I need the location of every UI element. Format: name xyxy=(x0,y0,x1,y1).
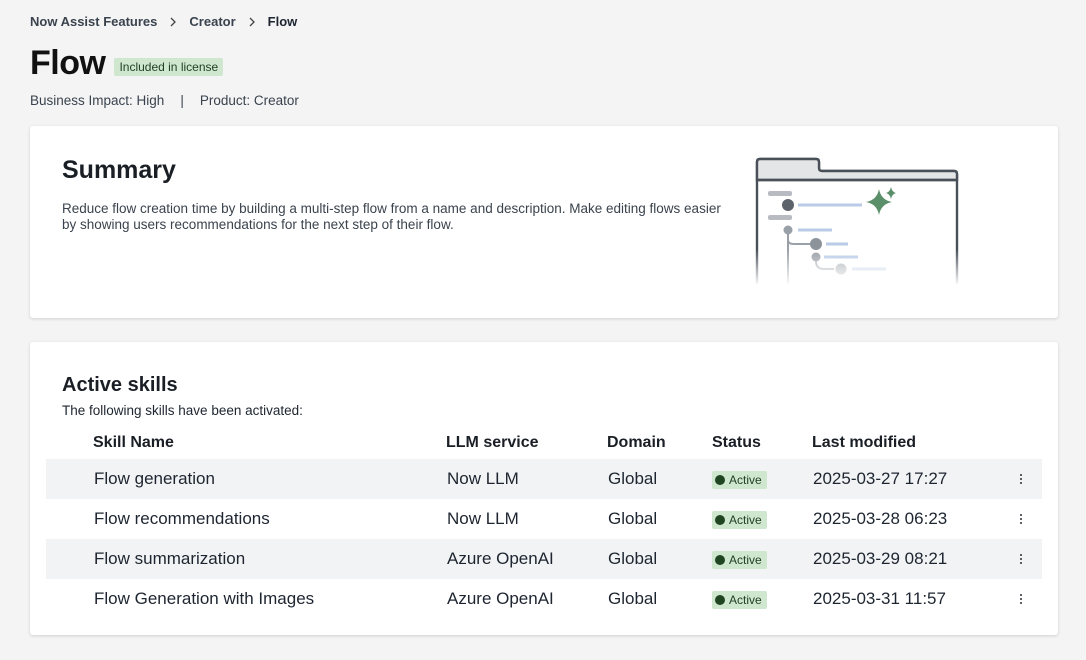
breadcrumb-creator[interactable]: Creator xyxy=(189,14,235,29)
table-header: Skill Name LLM service Domain Status Las… xyxy=(46,426,1042,459)
row-actions-menu-icon[interactable] xyxy=(1014,549,1028,569)
table-row[interactable]: Flow recommendations Now LLM Global Acti… xyxy=(46,499,1042,539)
active-skills-card: Active skills The following skills have … xyxy=(30,342,1058,635)
status-dot-icon xyxy=(715,514,725,525)
status-label: Active xyxy=(729,472,762,487)
skills-table: Skill Name LLM service Domain Status Las… xyxy=(46,426,1042,619)
status-dot-icon xyxy=(715,554,725,565)
table-row[interactable]: Flow generation Now LLM Global Active 20… xyxy=(46,459,1042,499)
column-header-domain: Domain xyxy=(607,433,666,451)
column-header-skill-name: Skill Name xyxy=(93,433,174,451)
skill-name: Flow Generation with Images xyxy=(94,589,315,608)
column-header-last-modified: Last modified xyxy=(812,433,917,451)
llm-service: Now LLM xyxy=(447,509,519,528)
llm-service: Azure OpenAI xyxy=(447,589,554,608)
status-label: Active xyxy=(729,592,762,607)
summary-title: Summary xyxy=(62,156,176,184)
column-header-llm-service: LLM service xyxy=(446,433,539,451)
status-badge: Active xyxy=(712,590,767,609)
summary-card: Summary Reduce flow creation time by bui… xyxy=(30,126,1058,318)
business-impact: Business Impact: High xyxy=(30,93,165,108)
status-dot-icon xyxy=(715,474,725,485)
status-cell: Active xyxy=(712,469,767,490)
summary-description: Reduce flow creation time by building a … xyxy=(62,201,721,232)
last-modified: 2025-03-29 08:21 xyxy=(813,549,948,568)
domain: Global xyxy=(608,589,658,608)
domain: Global xyxy=(608,469,658,488)
table-row[interactable]: Flow Generation with Images Azure OpenAI… xyxy=(46,579,1042,619)
row-actions-menu-icon[interactable] xyxy=(1014,469,1028,489)
status-cell: Active xyxy=(712,509,767,530)
llm-service: Now LLM xyxy=(447,469,519,488)
domain: Global xyxy=(608,549,658,568)
chevron-right-icon xyxy=(169,17,177,27)
status-cell: Active xyxy=(712,549,767,570)
status-label: Active xyxy=(729,552,762,567)
status-cell: Active xyxy=(712,589,767,610)
status-dot-icon xyxy=(715,594,725,605)
title-row: Flow Included in license xyxy=(30,44,224,83)
breadcrumb-flow: Flow xyxy=(267,14,298,29)
breadcrumb-now-assist-features[interactable]: Now Assist Features xyxy=(30,14,157,29)
domain: Global xyxy=(608,509,658,528)
feature-meta: Business Impact: High | Product: Creator xyxy=(30,93,299,108)
row-actions-menu-icon[interactable] xyxy=(1014,509,1028,529)
status-badge: Active xyxy=(712,550,767,569)
page-title: Flow xyxy=(30,44,106,82)
last-modified: 2025-03-27 17:27 xyxy=(813,469,948,488)
status-badge: Active xyxy=(712,470,767,489)
llm-service: Azure OpenAI xyxy=(447,549,554,568)
row-actions-menu-icon[interactable] xyxy=(1014,589,1028,609)
table-row[interactable]: Flow summarization Azure OpenAI Global A… xyxy=(46,539,1042,579)
column-header-status: Status xyxy=(712,433,761,451)
skill-name: Flow summarization xyxy=(94,549,246,568)
status-label: Active xyxy=(729,512,762,527)
skills-subtitle: The following skills have been activated… xyxy=(62,403,303,418)
license-badge: Included in license xyxy=(114,57,224,76)
flow-illustration-icon xyxy=(754,157,960,286)
skill-name: Flow recommendations xyxy=(94,509,270,528)
last-modified: 2025-03-28 06:23 xyxy=(813,509,948,528)
chevron-right-icon xyxy=(248,17,256,27)
product-label: Product: Creator xyxy=(199,93,299,108)
breadcrumb: Now Assist Features Creator Flow xyxy=(30,14,297,29)
skills-title: Active skills xyxy=(62,374,178,396)
status-badge: Active xyxy=(712,510,767,529)
meta-divider: | xyxy=(180,93,184,108)
skill-name: Flow generation xyxy=(94,469,215,488)
last-modified: 2025-03-31 11:57 xyxy=(813,589,946,608)
